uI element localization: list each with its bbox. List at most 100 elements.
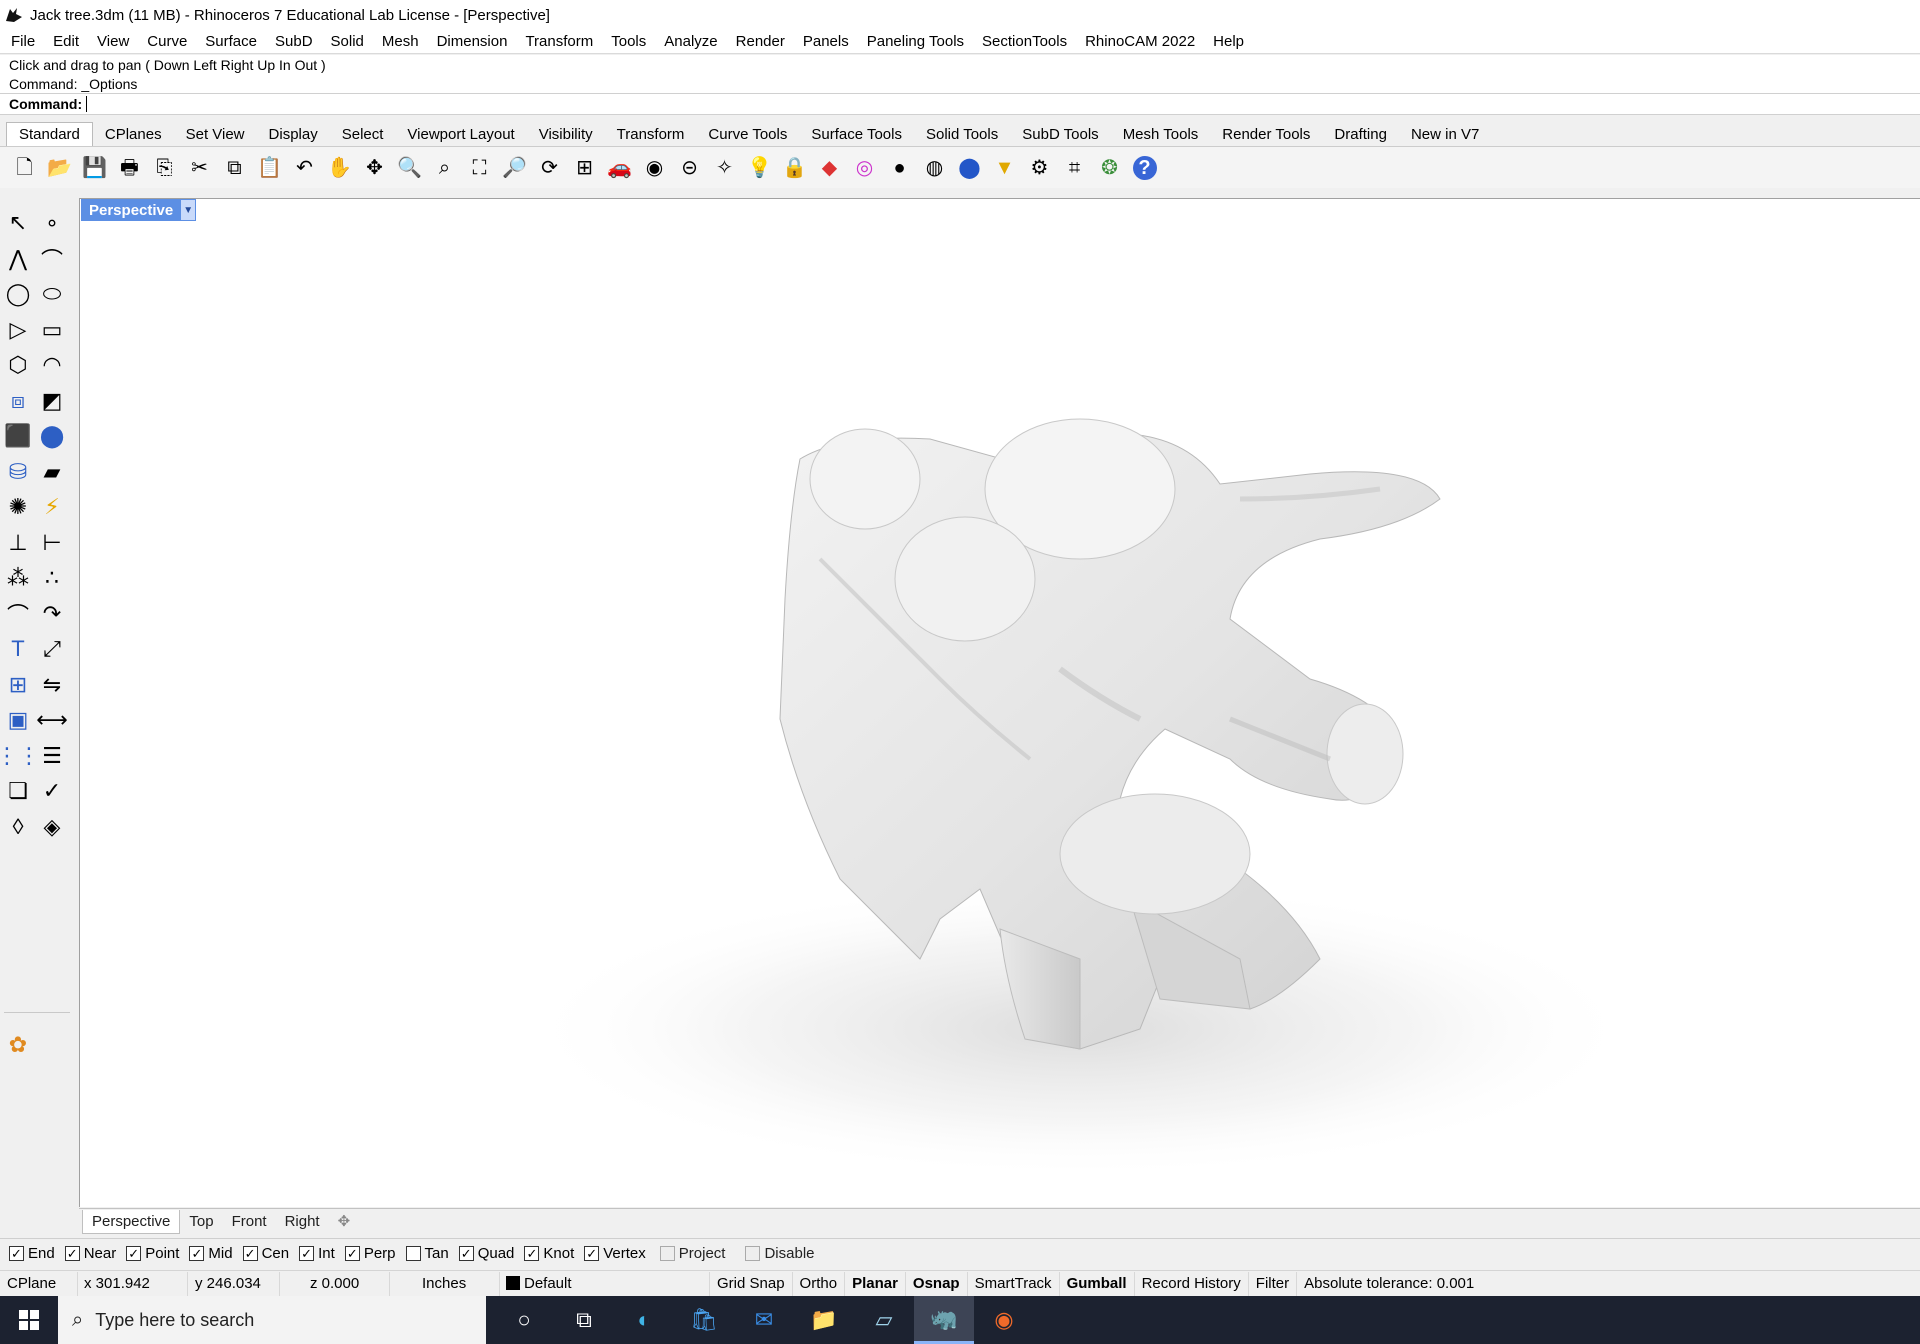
osnap-cen[interactable]: ✓ Cen — [242, 1245, 289, 1262]
osnap-int[interactable]: ✓ Int — [299, 1245, 335, 1262]
osnap-checkbox[interactable]: ✓ — [458, 1246, 474, 1261]
extend-icon[interactable]: ⊥ — [2, 528, 34, 558]
polyline-icon[interactable]: ⋀ — [2, 244, 34, 274]
record-history-toggle[interactable]: Record History — [1135, 1271, 1249, 1296]
start-button[interactable] — [0, 1296, 58, 1344]
light-bulb-button[interactable]: 💡 — [745, 153, 774, 183]
undo-button[interactable]: ↶ — [290, 153, 319, 183]
rotate-view-button[interactable]: ⟳ — [535, 153, 564, 183]
tab-display[interactable]: Display — [257, 124, 330, 146]
rhino-taskbar-button[interactable]: 🦏 — [914, 1296, 974, 1344]
ortho-toggle[interactable]: Ortho — [793, 1271, 846, 1296]
menu-tools[interactable]: Tools — [602, 31, 655, 53]
tab-viewport-layout[interactable]: Viewport Layout — [395, 124, 526, 146]
tab-curve-tools[interactable]: Curve Tools — [696, 124, 799, 146]
mirror-icon[interactable]: ⇋ — [36, 670, 68, 700]
menu-analyze[interactable]: Analyze — [655, 31, 726, 53]
lightning-icon[interactable]: ⚡ — [36, 492, 68, 522]
status-layer[interactable]: Default — [500, 1271, 710, 1296]
model-mesh[interactable] — [80, 199, 1920, 1207]
osnap-checkbox[interactable]: ✓ — [126, 1246, 142, 1261]
circle-icon[interactable]: ◯ — [2, 279, 34, 309]
check-icon[interactable]: ✓ — [36, 776, 68, 806]
smarttrack-toggle[interactable]: SmartTrack — [968, 1271, 1060, 1296]
store-taskbar-button[interactable]: 🛍 — [674, 1296, 734, 1344]
add-viewport-tab-icon[interactable]: ✥ — [329, 1210, 360, 1234]
surface-icon[interactable]: ⧈ — [2, 386, 34, 416]
select-filter-button[interactable]: ▼ — [990, 153, 1019, 183]
menu-edit[interactable]: Edit — [44, 31, 88, 53]
filter-toggle[interactable]: Filter — [1249, 1271, 1298, 1296]
osnap-end[interactable]: ✓ End — [9, 1245, 55, 1262]
tab-surface-tools[interactable]: Surface Tools — [799, 124, 914, 146]
plane-icon[interactable]: ▰ — [36, 457, 68, 487]
surface-edit-icon[interactable]: ◩ — [36, 386, 68, 416]
blend-icon[interactable]: ↷ — [36, 599, 68, 629]
osnap-point[interactable]: ✓ Point — [126, 1245, 179, 1262]
osnap-checkbox[interactable]: ✓ — [344, 1246, 360, 1261]
copy-button[interactable]: ⧉ — [220, 153, 249, 183]
tab-set-view[interactable]: Set View — [174, 124, 257, 146]
print-button[interactable]: 🖶 — [115, 153, 144, 183]
tab-solid-tools[interactable]: Solid Tools — [914, 124, 1010, 146]
cortana-taskbar-button[interactable]: ○ — [494, 1296, 554, 1344]
app-orange-taskbar-button[interactable]: ◉ — [974, 1296, 1034, 1344]
menu-help[interactable]: Help — [1204, 31, 1253, 53]
menu-dimension[interactable]: Dimension — [428, 31, 517, 53]
tab-transform[interactable]: Transform — [605, 124, 697, 146]
osnap-toggle[interactable]: Osnap — [906, 1271, 968, 1296]
menu-transform[interactable]: Transform — [516, 31, 602, 53]
rectangle-icon[interactable]: ▭ — [36, 315, 68, 345]
osnap-checkbox[interactable] — [745, 1246, 761, 1261]
open-folder-button[interactable]: 📂 — [45, 153, 74, 183]
zoom-selected-button[interactable]: 🔎 — [500, 153, 529, 183]
zoom-window-button[interactable]: ⌕ — [430, 153, 459, 183]
import-button[interactable]: ⎘ — [150, 153, 179, 183]
grid-snap-toggle[interactable]: Grid Snap — [710, 1271, 793, 1296]
array-icon[interactable]: ⊞ — [2, 670, 34, 700]
trim-icon[interactable]: ⊢ — [36, 528, 68, 558]
point-icon[interactable]: ∘ — [36, 208, 68, 238]
new-document-button[interactable]: 🗋 — [10, 153, 39, 183]
render-sphere-button[interactable]: ⬤ — [955, 153, 984, 183]
perspective-viewport[interactable]: Perspective ▼ — [79, 198, 1920, 1207]
select-arrow-icon[interactable]: ↖ — [2, 208, 34, 238]
cylinder-icon[interactable]: ⛁ — [2, 457, 34, 487]
taskbar-search-box[interactable]: ⌕ Type here to search — [58, 1296, 486, 1344]
zoom-button[interactable]: 🔍 — [395, 153, 424, 183]
osnap-checkbox[interactable] — [405, 1246, 421, 1261]
osnap-checkbox[interactable]: ✓ — [64, 1246, 80, 1261]
cut-button[interactable]: ✂ — [185, 153, 214, 183]
tab-drafting[interactable]: Drafting — [1322, 124, 1399, 146]
dimension-icon[interactable]: ⟷ — [36, 705, 68, 735]
paste-button[interactable]: 📋 — [255, 153, 284, 183]
viewport-tab-right[interactable]: Right — [276, 1210, 329, 1234]
layer-button[interactable]: ◆ — [815, 153, 844, 183]
ungroup-icon[interactable]: ∴ — [36, 563, 68, 593]
menu-view[interactable]: View — [88, 31, 138, 53]
file-explorer-taskbar-button[interactable]: 📁 — [794, 1296, 854, 1344]
show-objects-button[interactable]: ✧ — [710, 153, 739, 183]
text-icon[interactable]: T — [2, 634, 34, 664]
scale-icon[interactable]: ⤢ — [36, 634, 68, 664]
display-mode-button[interactable]: ◉ — [640, 153, 669, 183]
osnap-quad[interactable]: ✓ Quad — [458, 1245, 514, 1262]
menu-sectiontools[interactable]: SectionTools — [973, 31, 1076, 53]
render-icon[interactable]: ◈ — [36, 812, 68, 842]
grid-array-icon[interactable]: ⋮⋮ — [0, 741, 40, 771]
analyze-icon[interactable]: ◊ — [2, 812, 34, 842]
tab-visibility[interactable]: Visibility — [527, 124, 605, 146]
triangle-icon[interactable]: ▷ — [2, 315, 34, 345]
osnap-mid[interactable]: ✓ Mid — [189, 1245, 233, 1262]
lock-button[interactable]: 🔒 — [780, 153, 809, 183]
rendered-sphere-button[interactable]: ◍ — [920, 153, 949, 183]
edge-taskbar-button[interactable]: ◐ — [614, 1296, 674, 1344]
viewport-tab-perspective[interactable]: Perspective — [82, 1209, 181, 1234]
fillet-icon[interactable]: ⌒ — [2, 599, 34, 629]
status-units[interactable]: Inches — [390, 1271, 500, 1296]
osnap-vertex[interactable]: ✓ Vertex — [584, 1245, 646, 1262]
menu-panels[interactable]: Panels — [794, 31, 858, 53]
help-button[interactable]: ? — [1130, 153, 1159, 183]
osnap-perp[interactable]: ✓ Perp — [344, 1245, 396, 1262]
curve-icon[interactable]: ⌒ — [36, 244, 68, 274]
